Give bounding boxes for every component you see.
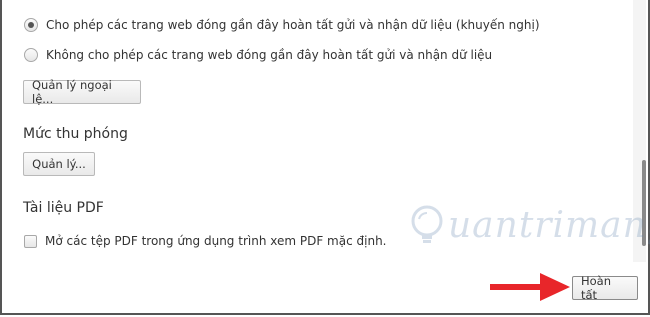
radio-deny[interactable] bbox=[24, 48, 38, 62]
radio-deny-label: Không cho phép các trang web đóng gần đâ… bbox=[46, 48, 493, 62]
manage-exceptions-button[interactable]: Quản lý ngoại lệ... bbox=[23, 78, 141, 106]
red-arrow-icon bbox=[490, 273, 570, 301]
done-button[interactable]: Hoàn tất bbox=[572, 274, 638, 302]
pdf-checkbox-row[interactable]: Mở các tệp PDF trong ứng dụng trình xem … bbox=[24, 234, 386, 248]
radio-selected-dot bbox=[28, 22, 34, 28]
zoom-section-title: Mức thu phóng bbox=[23, 126, 128, 142]
watermark: uantrimang bbox=[408, 204, 650, 246]
pdf-checkbox-label: Mở các tệp PDF trong ứng dụng trình xem … bbox=[45, 234, 387, 248]
radio-allow-row[interactable]: Cho phép các trang web đóng gần đây hoàn… bbox=[24, 18, 540, 32]
pdf-checkbox[interactable] bbox=[24, 234, 37, 248]
radio-allow[interactable] bbox=[24, 18, 38, 32]
lightbulb-logo-icon bbox=[411, 205, 443, 243]
radio-allow-label: Cho phép các trang web đóng gần đây hoàn… bbox=[46, 18, 540, 32]
zoom-manage-button[interactable]: Quản lý... bbox=[23, 152, 95, 176]
watermark-text: uantrimang bbox=[448, 204, 650, 246]
pdf-section-title: Tài liệu PDF bbox=[23, 200, 104, 216]
radio-deny-row[interactable]: Không cho phép các trang web đóng gần đâ… bbox=[24, 48, 492, 62]
